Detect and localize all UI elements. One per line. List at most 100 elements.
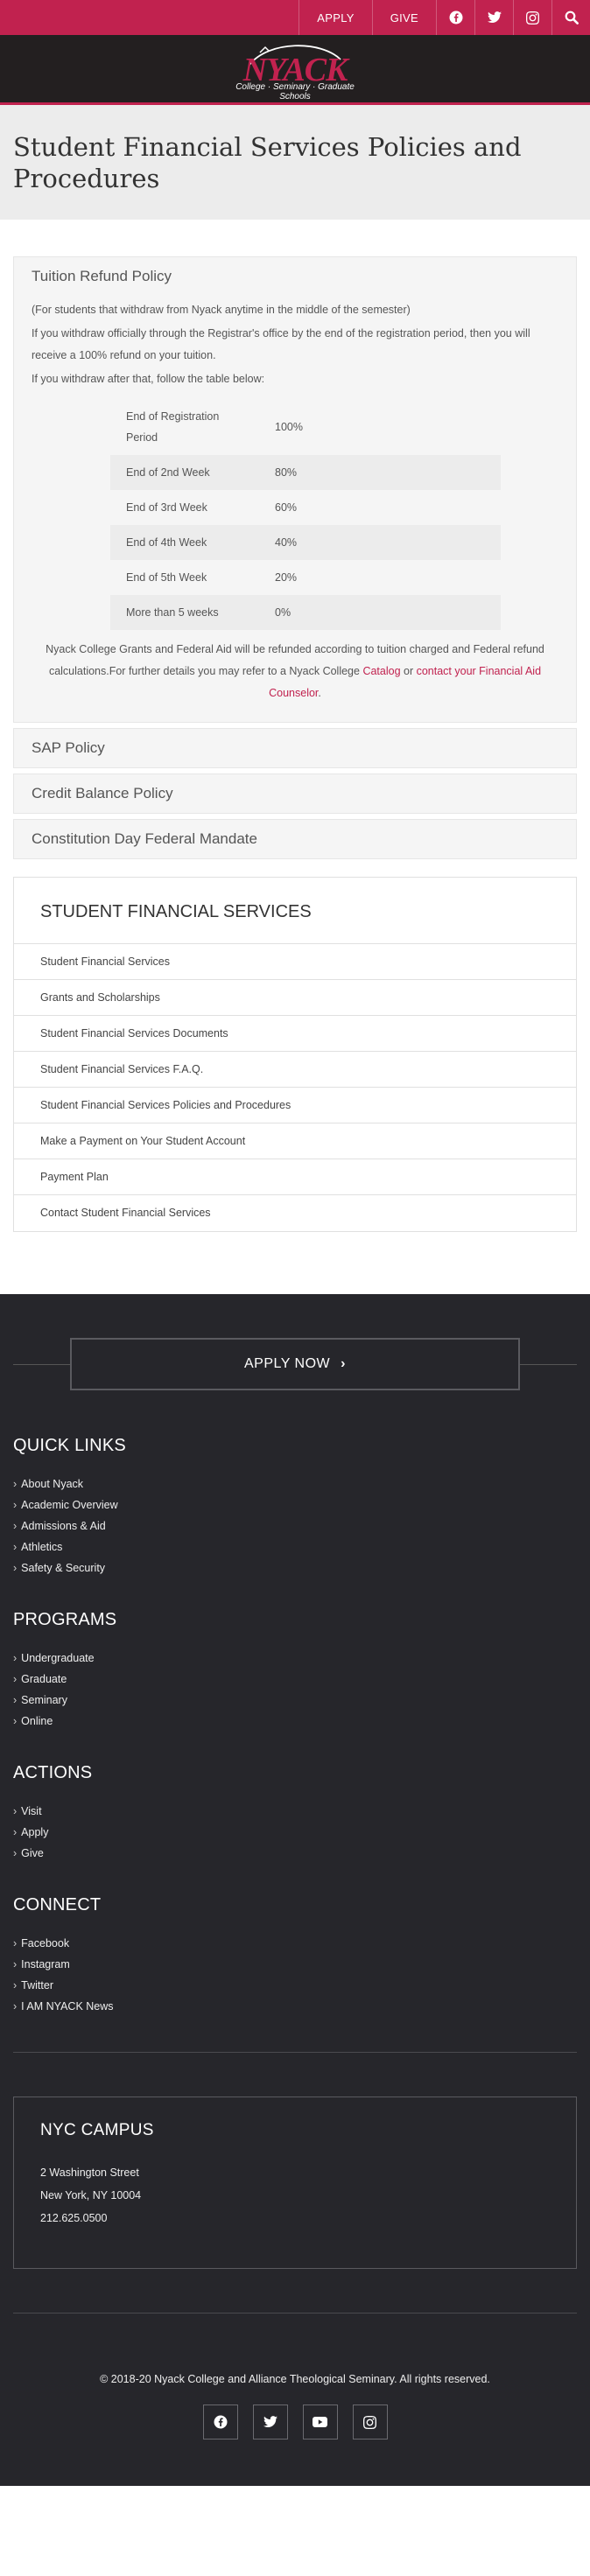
page-title-band: Student Financial Services Policies and … (0, 105, 590, 220)
sfs-nav-item[interactable]: Student Financial Services Documents (14, 1016, 576, 1052)
accordion-body-tuition-refund: (For students that withdraw from Nyack a… (14, 296, 576, 722)
footer-link[interactable]: Facebook (13, 1933, 577, 1954)
apply-now-label: APPLY NOW (244, 1356, 331, 1371)
footer-link[interactable]: Online (13, 1711, 577, 1732)
footer-link[interactable]: Safety & Security (13, 1558, 577, 1578)
connect-section: CONNECT Facebook Instagram Twitter I AM … (0, 1895, 590, 2017)
programs-heading: PROGRAMS (13, 1610, 117, 1629)
footer-link[interactable]: I AM NYACK News (13, 1996, 577, 2017)
quick-links-section: QUICK LINKS About Nyack Academic Overvie… (0, 1436, 590, 1578)
refund-paragraph-2: If you withdraw after that, follow the t… (32, 373, 265, 385)
sfs-nav-title: STUDENT FINANCIAL SERVICES (14, 878, 576, 944)
table-row: End of 2nd Week 80% (110, 455, 501, 490)
refund-period: End of 4th Week (110, 525, 259, 560)
refund-percent: 80% (259, 455, 501, 490)
nyack-logo[interactable]: NYACK College · Seminary · Graduate Scho… (225, 40, 365, 102)
accordion-header-tuition-refund[interactable]: Tuition Refund Policy (14, 257, 576, 296)
accordion-sap-policy: SAP Policy (13, 728, 577, 768)
footer-bottom-spacer (0, 2440, 590, 2486)
accordion-header-credit-balance[interactable]: Credit Balance Policy (14, 774, 576, 813)
header-logo-bar: NYACK College · Seminary · Graduate Scho… (0, 35, 590, 105)
twitter-icon[interactable] (252, 2404, 288, 2440)
chevron-right-icon: › (341, 1356, 346, 1371)
refund-period: More than 5 weeks (110, 595, 259, 630)
footer-link[interactable]: Undergraduate (13, 1648, 577, 1669)
footer-link[interactable]: Athletics (13, 1536, 577, 1558)
refund-percent: 40% (259, 525, 501, 560)
sfs-nav-item[interactable]: Student Financial Services (14, 944, 576, 980)
footer-link[interactable]: Give (13, 1843, 577, 1864)
quick-links-list: About Nyack Academic Overview Admissions… (13, 1474, 577, 1578)
sfs-nav-box: STUDENT FINANCIAL SERVICES Student Finan… (13, 877, 577, 1232)
sfs-nav-item[interactable]: Make a Payment on Your Student Account (14, 1124, 576, 1159)
refund-table: End of Registration Period 100% End of 2… (110, 399, 501, 630)
connect-list: Facebook Instagram Twitter I AM NYACK Ne… (13, 1933, 577, 2017)
actions-heading: ACTIONS (13, 1763, 93, 1782)
connect-heading: CONNECT (13, 1895, 102, 1914)
footer-link[interactable]: About Nyack (13, 1474, 577, 1494)
page-title: Student Financial Services Policies and … (13, 132, 522, 193)
footer-link[interactable]: Admissions & Aid (13, 1516, 577, 1536)
campus-title: NYC CAMPUS (40, 2121, 154, 2139)
refund-period: End of Registration Period (126, 410, 220, 444)
refund-percent: 60% (275, 501, 298, 514)
sfs-nav-item[interactable]: Student Financial Services F.A.Q. (14, 1052, 576, 1088)
refund-note-or: or (400, 665, 417, 677)
refund-paragraph-1: If you withdraw officially through the R… (32, 327, 530, 361)
refund-intro: (For students that withdraw from Nyack a… (32, 304, 411, 316)
site-footer: APPLY NOW › QUICK LINKS About Nyack Acad… (0, 1294, 590, 2486)
actions-list: Visit Apply Give (13, 1801, 577, 1864)
refund-period: End of 5th Week (126, 571, 207, 584)
sfs-nav-item[interactable]: Contact Student Financial Services (14, 1195, 576, 1231)
campus-city: New York, NY 10004 (40, 2189, 142, 2202)
apply-now-button[interactable]: APPLY NOW › (70, 1338, 520, 1390)
give-link[interactable]: GIVE (371, 0, 436, 35)
refund-percent: 100% (275, 421, 303, 433)
programs-list: Undergraduate Graduate Seminary Online (13, 1648, 577, 1732)
refund-period: End of 2nd Week (110, 455, 259, 490)
footer-link[interactable]: Academic Overview (13, 1494, 577, 1516)
campus-street: 2 Washington Street (40, 2166, 139, 2179)
accordion-header-constitution-day[interactable]: Constitution Day Federal Mandate (14, 820, 576, 858)
campus-phone[interactable]: 212.625.0500 (40, 2207, 550, 2230)
sfs-nav-item[interactable]: Grants and Scholarships (14, 980, 576, 1016)
campus-address: 2 Washington Street New York, NY 10004 2… (40, 2161, 550, 2230)
top-bar: APPLY GIVE (0, 0, 590, 35)
instagram-icon[interactable] (352, 2404, 388, 2440)
catalog-link[interactable]: Catalog (362, 665, 400, 677)
footer-social-links (0, 2404, 590, 2440)
quick-links-heading: QUICK LINKS (13, 1436, 126, 1455)
footer-link[interactable]: Twitter (13, 1975, 577, 1996)
apply-now-row: APPLY NOW › (0, 1338, 590, 1390)
actions-section: ACTIONS Visit Apply Give (0, 1763, 590, 1864)
facebook-icon[interactable] (202, 2404, 238, 2440)
instagram-icon[interactable] (513, 0, 551, 35)
search-icon[interactable] (551, 0, 590, 35)
accordion-credit-balance: Credit Balance Policy (13, 774, 577, 814)
accordion-header-sap-policy[interactable]: SAP Policy (14, 729, 576, 767)
accordion-tuition-refund: Tuition Refund Policy (For students that… (13, 256, 577, 723)
table-row: End of 3rd Week 60% (110, 490, 501, 525)
accordion-constitution-day: Constitution Day Federal Mandate (13, 819, 577, 859)
apply-link[interactable]: APPLY (299, 0, 371, 35)
refund-period: End of 3rd Week (126, 501, 207, 514)
refund-note: Nyack College Grants and Federal Aid wil… (32, 639, 558, 704)
facebook-icon[interactable] (436, 0, 474, 35)
copyright: © 2018-20 Nyack College and Alliance The… (100, 2373, 490, 2385)
footer-link[interactable]: Seminary (13, 1690, 577, 1711)
footer-link[interactable]: Instagram (13, 1954, 577, 1975)
logo-tagline: College · Seminary · Graduate Schools (235, 81, 355, 102)
sfs-nav-item[interactable]: Student Financial Services Policies and … (14, 1088, 576, 1124)
footer-link[interactable]: Visit (13, 1801, 577, 1822)
twitter-icon[interactable] (474, 0, 513, 35)
table-row: End of 4th Week 40% (110, 525, 501, 560)
footer-link[interactable]: Graduate (13, 1669, 577, 1690)
refund-percent: 0% (259, 595, 501, 630)
refund-note-end: . (318, 687, 321, 699)
campus-box: NYC CAMPUS 2 Washington Street New York,… (13, 2096, 577, 2269)
youtube-icon[interactable] (302, 2404, 338, 2440)
footer-link[interactable]: Apply (13, 1822, 577, 1843)
table-row: More than 5 weeks 0% (110, 595, 501, 630)
programs-section: PROGRAMS Undergraduate Graduate Seminary… (0, 1610, 590, 1732)
sfs-nav-item[interactable]: Payment Plan (14, 1159, 576, 1195)
